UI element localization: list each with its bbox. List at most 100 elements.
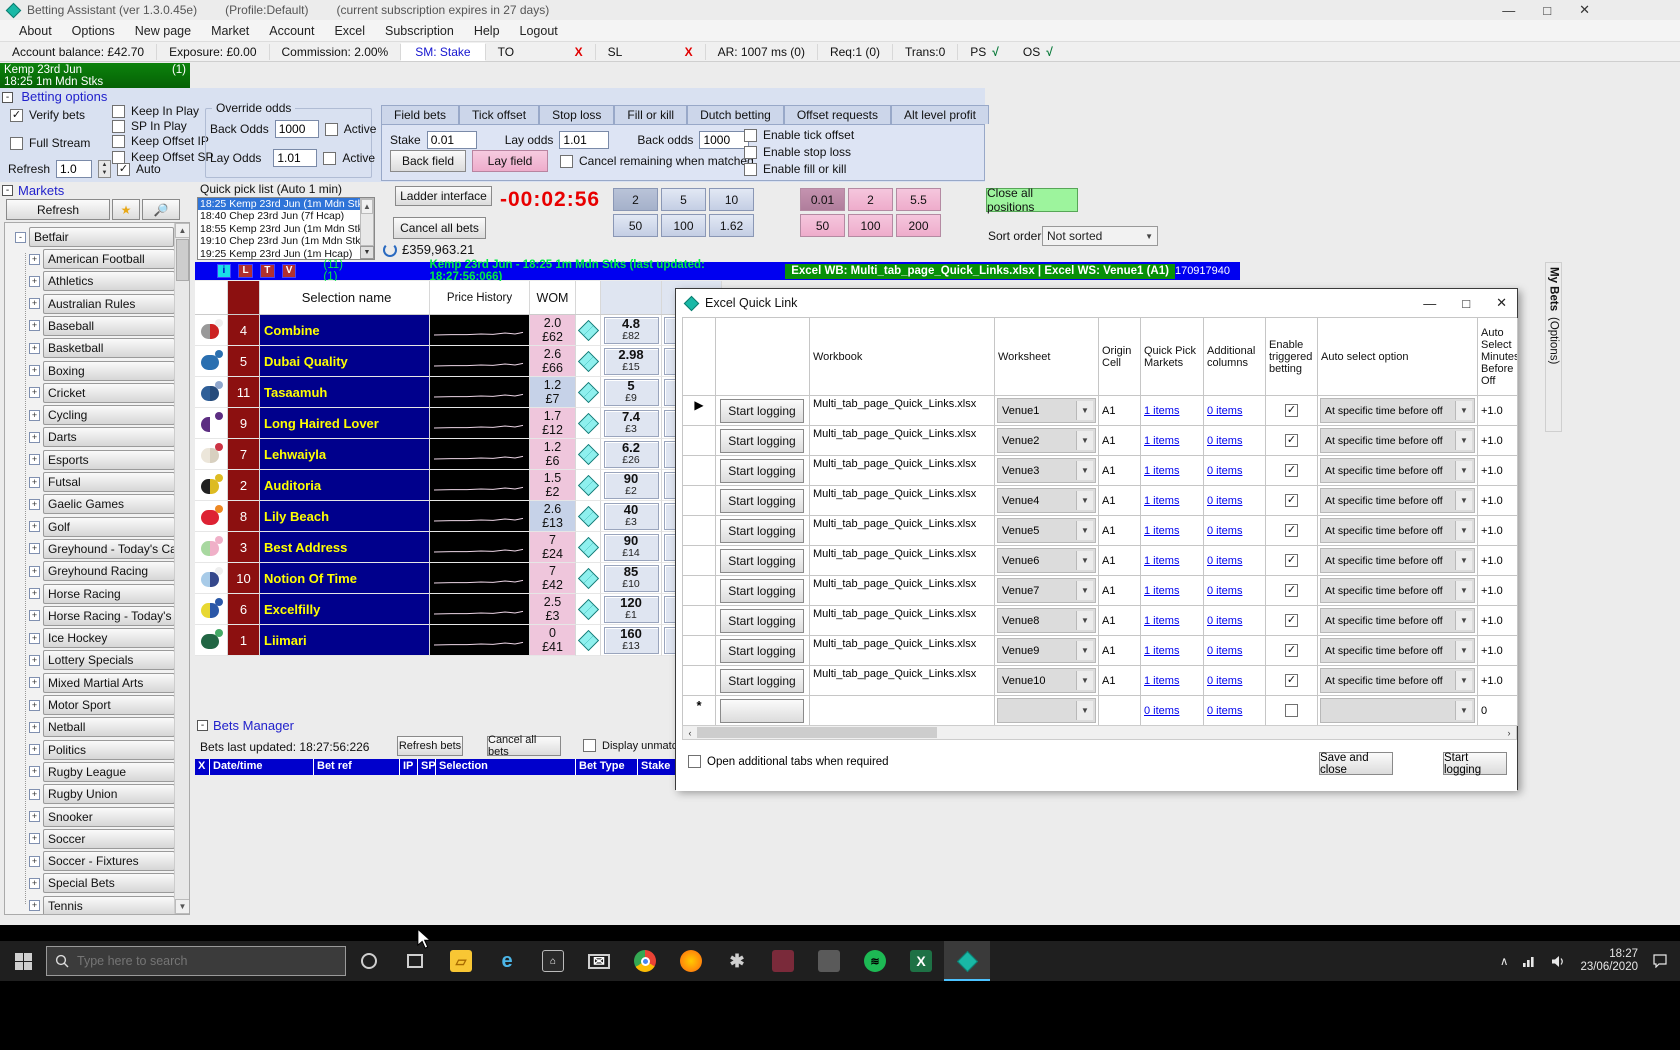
- expand-icon[interactable]: +: [29, 410, 40, 421]
- expand-icon[interactable]: +: [29, 900, 40, 911]
- start-logging-row-button[interactable]: Start logging: [720, 549, 804, 573]
- expand-icon[interactable]: +: [29, 722, 40, 733]
- start-logging-row-button[interactable]: Start logging: [720, 669, 804, 693]
- tree-node-label[interactable]: Athletics: [43, 271, 175, 291]
- save-and-close-button[interactable]: Save and close: [1319, 752, 1393, 775]
- auto-select-dropdown[interactable]: At specific time before off▼: [1320, 548, 1475, 573]
- cancel-remaining-checkbox[interactable]: [560, 155, 573, 168]
- workbook-cell[interactable]: Multi_tab_page_Quick_Links.xlsx: [810, 576, 995, 606]
- expand-icon[interactable]: +: [29, 878, 40, 889]
- additional-columns-link[interactable]: 0 items: [1207, 465, 1242, 477]
- minutes-before-off-cell[interactable]: +1.0: [1478, 606, 1518, 636]
- expand-icon[interactable]: +: [29, 276, 40, 287]
- enable-triggered-checkbox[interactable]: ✓: [1285, 644, 1298, 657]
- chevron-down-icon[interactable]: ▼: [1076, 521, 1093, 540]
- chevron-down-icon[interactable]: ▼: [1076, 461, 1093, 480]
- expand-icon[interactable]: +: [29, 343, 40, 354]
- tree-node-label[interactable]: Motor Sport: [43, 695, 175, 715]
- workbook-cell[interactable]: Multi_tab_page_Quick_Links.xlsx: [810, 486, 995, 516]
- menu-item[interactable]: Help: [465, 22, 509, 40]
- quick-pick-item[interactable]: 18:55 Kemp 23rd Jun (1m Mdn Stks): [198, 223, 374, 235]
- quick-pick-markets-link[interactable]: 1 items: [1144, 615, 1179, 627]
- tree-node-label[interactable]: Boxing: [43, 361, 175, 381]
- field-bets-tab[interactable]: Stop loss: [539, 105, 614, 124]
- workbook-cell[interactable]: Multi_tab_page_Quick_Links.xlsx: [810, 456, 995, 486]
- origin-cell[interactable]: A1: [1099, 426, 1141, 456]
- chevron-down-icon[interactable]: ▼: [1455, 611, 1472, 630]
- expand-icon[interactable]: +: [29, 320, 40, 331]
- back-price-button[interactable]: 120£1: [604, 596, 659, 623]
- worksheet-dropdown[interactable]: Venue4▼: [997, 488, 1096, 513]
- back-price-button[interactable]: 5£9: [604, 379, 659, 406]
- additional-columns-link[interactable]: 0 items: [1207, 405, 1242, 417]
- tree-node-label[interactable]: American Football: [43, 249, 175, 269]
- selected-market-box[interactable]: (1) Kemp 23rd Jun 18:25 1m Mdn Stks: [0, 63, 190, 89]
- scroll-right-arrow[interactable]: ›: [1502, 728, 1516, 738]
- enable-triggered-checkbox[interactable]: ✓: [1285, 614, 1298, 627]
- chevron-down-icon[interactable]: ▼: [1076, 431, 1093, 450]
- back-stake-button[interactable]: 5: [661, 188, 706, 211]
- expand-icon[interactable]: +: [29, 789, 40, 800]
- refresh-rate-input[interactable]: [56, 160, 92, 178]
- worksheet-dropdown[interactable]: Venue3▼: [997, 458, 1096, 483]
- expand-icon[interactable]: +: [29, 588, 40, 599]
- tree-node-label[interactable]: Greyhound - Today's Card: [43, 539, 175, 559]
- auto-select-dropdown[interactable]: At specific time before off▼: [1320, 518, 1475, 543]
- selection-name[interactable]: Dubai Quality: [260, 346, 430, 377]
- lay-stake-button[interactable]: 5.5: [896, 188, 941, 211]
- scroll-down-arrow[interactable]: ▼: [175, 899, 190, 914]
- auto-select-dropdown[interactable]: At specific time before off▼: [1320, 488, 1475, 513]
- additional-columns-link[interactable]: 0 items: [1207, 615, 1242, 627]
- quick-pick-markets-link[interactable]: 1 items: [1144, 435, 1179, 447]
- enable-triggered-checkbox[interactable]: ✓: [1285, 464, 1298, 477]
- tree-node-label[interactable]: Soccer: [43, 829, 175, 849]
- expand-icon[interactable]: +: [29, 365, 40, 376]
- chevron-down-icon[interactable]: ▼: [1076, 701, 1093, 720]
- quick-pick-markets-link[interactable]: 1 items: [1144, 555, 1179, 567]
- quick-pick-item[interactable]: 19:10 Chep 23rd Jun (1m Mdn Stks): [198, 235, 374, 247]
- origin-cell[interactable]: A1: [1099, 456, 1141, 486]
- quick-pick-markets-link[interactable]: 1 items: [1144, 405, 1179, 417]
- expand-icon[interactable]: +: [29, 499, 40, 510]
- selection-name[interactable]: Liimari: [260, 625, 430, 656]
- additional-columns-link[interactable]: 0 items: [1207, 435, 1242, 447]
- enable-triggered-checkbox[interactable]: [1285, 704, 1298, 717]
- enable-triggered-checkbox[interactable]: ✓: [1285, 434, 1298, 447]
- start-logging-row-button[interactable]: Start logging: [720, 609, 804, 633]
- selection-name[interactable]: Long Haired Lover: [260, 408, 430, 439]
- display-unmatched-checkbox[interactable]: [583, 739, 596, 752]
- back-stake-button[interactable]: 10: [709, 188, 754, 211]
- enable-triggered-checkbox[interactable]: ✓: [1285, 674, 1298, 687]
- close-all-positions-button[interactable]: Close all positions: [986, 188, 1078, 212]
- origin-cell[interactable]: A1: [1099, 606, 1141, 636]
- selection-name[interactable]: Notion Of Time: [260, 563, 430, 594]
- expand-icon[interactable]: +: [29, 432, 40, 443]
- tray-chevron-up-icon[interactable]: ∧: [1500, 954, 1508, 968]
- tree-node-label[interactable]: Esports: [43, 450, 175, 470]
- collapse-markets[interactable]: -: [2, 185, 13, 196]
- quick-pick-markets-link[interactable]: 1 items: [1144, 585, 1179, 597]
- selection-name[interactable]: Excelfilly: [260, 594, 430, 625]
- enable-stop-loss-checkbox[interactable]: [744, 146, 757, 159]
- back-price-button[interactable]: 160£13: [604, 627, 659, 654]
- chevron-down-icon[interactable]: ▼: [1076, 641, 1093, 660]
- expand-icon[interactable]: +: [29, 254, 40, 265]
- back-price-button[interactable]: 40£3: [604, 503, 659, 530]
- expand-icon[interactable]: +: [29, 477, 40, 488]
- edge-browser-icon[interactable]: e: [484, 941, 530, 981]
- start-button[interactable]: [0, 941, 46, 981]
- my-bets-side-tab[interactable]: My Bets (Options): [1545, 262, 1562, 432]
- verify-bets-checkbox[interactable]: ✓: [10, 109, 23, 122]
- selection-name[interactable]: Combine: [260, 315, 430, 346]
- firefox-icon[interactable]: [668, 941, 714, 981]
- origin-cell[interactable]: A1: [1099, 666, 1141, 696]
- full-stream-checkbox[interactable]: [10, 137, 23, 150]
- minutes-before-off-cell[interactable]: +1.0: [1478, 636, 1518, 666]
- collapse-betting-options[interactable]: -: [2, 92, 13, 103]
- tree-node-label[interactable]: Gaelic Games: [43, 494, 175, 514]
- tree-node-label[interactable]: Australian Rules: [43, 294, 175, 314]
- bm-cancel-all-bets-button[interactable]: Cancel all bets: [487, 736, 561, 756]
- scroll-left-arrow[interactable]: ‹: [683, 728, 697, 738]
- network-icon[interactable]: [1522, 955, 1537, 967]
- additional-columns-link[interactable]: 0 items: [1207, 555, 1242, 567]
